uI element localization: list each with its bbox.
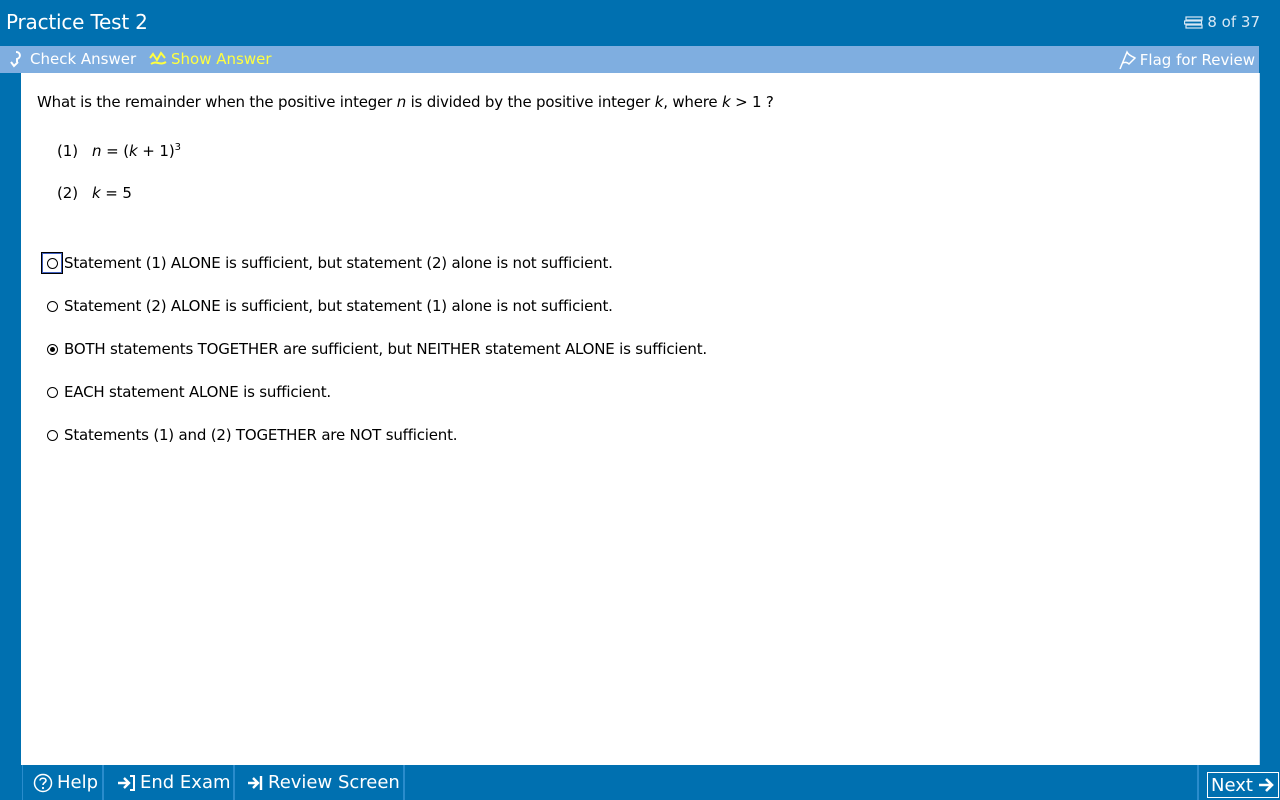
variable-k: k (654, 93, 664, 111)
statement-number: (1) (57, 142, 78, 160)
next-button[interactable]: Next (1207, 772, 1279, 798)
list-icon (1184, 16, 1203, 29)
title-bar: Practice Test 2 8 of 37 (0, 0, 1280, 45)
review-screen-button[interactable]: Review Screen (237, 765, 405, 800)
next-label: Next (1211, 774, 1253, 796)
statement-expression: = 5 (100, 184, 132, 202)
variable-k: k (92, 184, 101, 202)
answer-option-e[interactable]: Statements (1) and (2) TOGETHER are NOT … (41, 423, 458, 447)
statement-expression: + 1) (137, 142, 175, 160)
check-answer-button[interactable]: Check Answer (9, 50, 136, 68)
radio-button[interactable] (46, 300, 58, 312)
answer-option-label: EACH statement ALONE is sufficient. (64, 383, 331, 401)
radio-button[interactable] (46, 386, 58, 398)
end-exam-icon (118, 774, 135, 791)
exponent: 3 (174, 142, 181, 153)
answer-option-a[interactable]: Statement (1) ALONE is sufficient, but s… (41, 251, 613, 275)
question-panel: What is the remainder when the positive … (21, 73, 1260, 765)
review-screen-icon (248, 775, 263, 790)
help-label: Help (57, 772, 99, 793)
question-text: , where (663, 93, 722, 111)
show-answer-icon (149, 51, 167, 65)
answer-option-c[interactable]: BOTH statements TOGETHER are sufficient,… (41, 337, 707, 361)
check-answer-label: Check Answer (30, 50, 137, 68)
radio-option-a-focus (41, 252, 63, 274)
question-counter: 8 of 37 (1184, 13, 1260, 31)
answer-option-b[interactable]: Statement (2) ALONE is sufficient, but s… (41, 294, 613, 318)
radio-wrap (41, 338, 63, 360)
question-text: What is the remainder when the positive … (37, 93, 397, 111)
radio-wrap (41, 381, 63, 403)
flag-icon (1119, 50, 1136, 70)
question-toolbar: Check Answer Show Answer Flag for Review (0, 46, 1259, 73)
answer-option-label: Statement (1) ALONE is sufficient, but s… (64, 254, 613, 272)
variable-n: n (396, 93, 407, 111)
question-text: > 1 ? (730, 93, 774, 111)
next-button-area: Next (1197, 765, 1280, 800)
variable-n: n (92, 142, 102, 160)
radio-button[interactable] (46, 429, 58, 441)
review-screen-label: Review Screen (268, 772, 400, 793)
show-answer-label: Show Answer (171, 50, 272, 68)
arrow-right-icon (1258, 778, 1274, 792)
question-stem: What is the remainder when the positive … (37, 93, 774, 111)
variable-k: k (128, 142, 138, 160)
radio-wrap (41, 295, 63, 317)
answer-option-label: Statements (1) and (2) TOGETHER are NOT … (64, 426, 458, 444)
bottom-navigation-bar: Help End Exam Review Screen Next (0, 765, 1280, 800)
answer-option-label: BOTH statements TOGETHER are sufficient,… (64, 340, 707, 358)
window-title: Practice Test 2 (6, 10, 148, 34)
check-answer-icon (10, 51, 21, 68)
statement-expression: = ( (101, 142, 129, 160)
radio-wrap (41, 424, 63, 446)
flag-for-review-button[interactable]: Flag for Review (1117, 50, 1255, 70)
radio-button-selected[interactable] (46, 343, 58, 355)
question-text: is divided by the positive integer (406, 93, 655, 111)
end-exam-label: End Exam (140, 772, 231, 793)
answer-option-label: Statement (2) ALONE is sufficient, but s… (64, 297, 613, 315)
variable-k: k (722, 93, 731, 111)
show-answer-button[interactable]: Show Answer (148, 50, 272, 68)
answer-option-d[interactable]: EACH statement ALONE is sufficient. (41, 380, 331, 404)
flag-for-review-label: Flag for Review (1139, 51, 1255, 69)
help-button[interactable]: Help (22, 765, 104, 800)
radio-button[interactable] (46, 257, 58, 269)
statement-2: (2) k = 5 (57, 184, 132, 202)
statement-1: (1) n = (k + 1)3 (57, 142, 181, 160)
statement-number: (2) (57, 184, 78, 202)
counter-text: 8 of 37 (1207, 13, 1260, 31)
end-exam-button[interactable]: End Exam (105, 765, 235, 800)
help-icon (33, 773, 53, 792)
